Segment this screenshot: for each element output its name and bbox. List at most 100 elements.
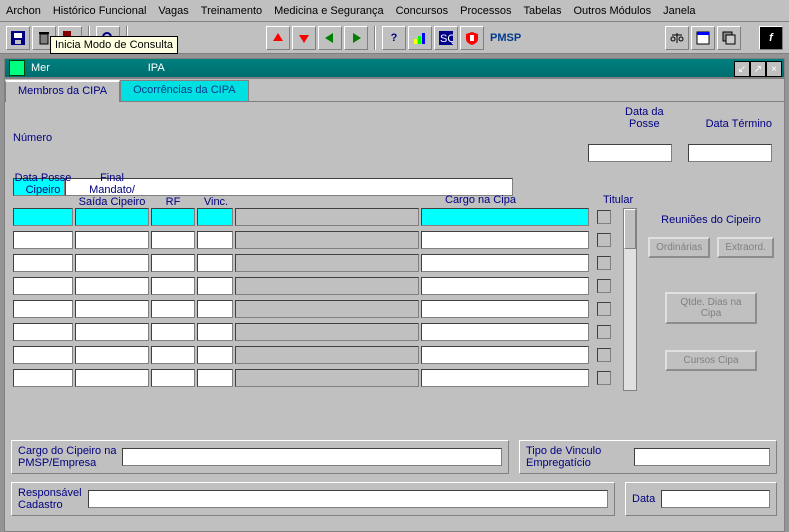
cell-rf[interactable] — [151, 369, 195, 387]
cell-cargo-cipa[interactable] — [421, 254, 589, 272]
label-numero: Número — [13, 132, 52, 144]
cell-nome[interactable] — [235, 300, 419, 318]
menu-concursos[interactable]: Concursos — [396, 5, 449, 17]
checkbox-titular[interactable] — [597, 233, 611, 247]
cell-cargo-cipa[interactable] — [421, 208, 589, 226]
cell-data-posse[interactable] — [13, 300, 73, 318]
checkbox-titular[interactable] — [597, 371, 611, 385]
cell-vinc[interactable] — [197, 323, 233, 341]
cell-cargo-cipa[interactable] — [421, 277, 589, 295]
function-icon[interactable]: f — [759, 26, 783, 50]
cell-vinc[interactable] — [197, 346, 233, 364]
menu-medicina[interactable]: Medicina e Segurança — [274, 5, 383, 17]
cell-vinc[interactable] — [197, 231, 233, 249]
cell-rf[interactable] — [151, 208, 195, 226]
frame-cargo-cipeiro: Cargo do Cipeiro naPMSP/Empresa — [11, 440, 509, 474]
cell-rf[interactable] — [151, 323, 195, 341]
cargo-cipeiro-field[interactable] — [122, 448, 502, 466]
cell-data-posse[interactable] — [13, 346, 73, 364]
cell-final-mandato[interactable] — [75, 346, 149, 364]
cell-nome[interactable] — [235, 323, 419, 341]
cell-nome[interactable] — [235, 346, 419, 364]
menu-treinamento[interactable]: Treinamento — [201, 5, 262, 17]
scrollbar[interactable] — [623, 208, 637, 391]
checkbox-titular[interactable] — [597, 302, 611, 316]
cell-final-mandato[interactable] — [75, 300, 149, 318]
cell-final-mandato[interactable] — [75, 208, 149, 226]
cell-rf[interactable] — [151, 300, 195, 318]
up-red-icon[interactable] — [266, 26, 290, 50]
cell-nome[interactable] — [235, 277, 419, 295]
checkbox-titular[interactable] — [597, 210, 611, 224]
close-button[interactable]: × — [766, 61, 782, 77]
menu-janela[interactable]: Janela — [663, 5, 695, 17]
cell-nome[interactable] — [235, 231, 419, 249]
btn-qtde-dias[interactable]: Qtde. Dias na Cipa — [665, 292, 757, 324]
left-green-icon[interactable] — [318, 26, 342, 50]
cell-nome[interactable] — [235, 208, 419, 226]
checkbox-titular[interactable] — [597, 279, 611, 293]
checkbox-titular[interactable] — [597, 348, 611, 362]
cell-cargo-cipa[interactable] — [421, 231, 589, 249]
cell-data-posse[interactable] — [13, 369, 73, 387]
down-red-icon[interactable] — [292, 26, 316, 50]
right-panel: Reuniões do Cipeiro Ordinárias Extraord.… — [644, 214, 778, 374]
tab-membros[interactable]: Membros da CIPA — [5, 80, 120, 102]
cell-final-mandato[interactable] — [75, 369, 149, 387]
menu-vagas[interactable]: Vagas — [158, 5, 188, 17]
btn-cursos[interactable]: Cursos Cipa — [665, 350, 757, 371]
cell-final-mandato[interactable] — [75, 323, 149, 341]
menu-historico[interactable]: Histórico Funcional — [53, 5, 147, 17]
tipo-vinculo-field[interactable] — [634, 448, 770, 466]
scroll-thumb[interactable] — [624, 209, 636, 249]
save-icon[interactable] — [6, 26, 30, 50]
cell-vinc[interactable] — [197, 254, 233, 272]
cell-nome[interactable] — [235, 369, 419, 387]
responsavel-field[interactable] — [88, 490, 608, 508]
cell-cargo-cipa[interactable] — [421, 323, 589, 341]
cell-data-posse[interactable] — [13, 208, 73, 226]
cell-final-mandato[interactable] — [75, 254, 149, 272]
btn-extraord[interactable]: Extraord. — [717, 237, 774, 258]
menu-tabelas[interactable]: Tabelas — [524, 5, 562, 17]
cell-cargo-cipa[interactable] — [421, 369, 589, 387]
tab-ocorrencias[interactable]: Ocorrências da CIPA — [120, 80, 249, 102]
shield-icon[interactable] — [460, 26, 484, 50]
help-icon[interactable]: ? — [382, 26, 406, 50]
cell-data-posse[interactable] — [13, 323, 73, 341]
cell-cargo-cipa[interactable] — [421, 300, 589, 318]
menu-processos[interactable]: Processos — [460, 5, 511, 17]
cell-vinc[interactable] — [197, 277, 233, 295]
chart-icon[interactable] — [408, 26, 432, 50]
checkbox-titular[interactable] — [597, 325, 611, 339]
grid-row — [13, 254, 611, 272]
data-field[interactable] — [661, 490, 770, 508]
cell-vinc[interactable] — [197, 369, 233, 387]
sql-icon[interactable]: SQL — [434, 26, 458, 50]
cell-rf[interactable] — [151, 277, 195, 295]
cell-vinc[interactable] — [197, 208, 233, 226]
checkbox-titular[interactable] — [597, 256, 611, 270]
btn-ordinarias[interactable]: Ordinárias — [648, 237, 710, 258]
menu-archon[interactable]: Archon — [6, 5, 41, 17]
cell-nome[interactable] — [235, 254, 419, 272]
window-icon[interactable] — [691, 26, 715, 50]
cell-data-posse[interactable] — [13, 254, 73, 272]
cell-rf[interactable] — [151, 254, 195, 272]
cell-rf[interactable] — [151, 346, 195, 364]
layers-icon[interactable] — [717, 26, 741, 50]
cell-data-posse[interactable] — [13, 277, 73, 295]
cell-final-mandato[interactable] — [75, 277, 149, 295]
cell-final-mandato[interactable] — [75, 231, 149, 249]
cell-vinc[interactable] — [197, 300, 233, 318]
maximize-button[interactable]: ↗ — [750, 61, 766, 77]
cell-rf[interactable] — [151, 231, 195, 249]
balance-icon[interactable] — [665, 26, 689, 50]
menu-outros[interactable]: Outros Módulos — [573, 5, 651, 17]
termino-field[interactable] — [688, 144, 772, 162]
cell-data-posse[interactable] — [13, 231, 73, 249]
posse-field[interactable] — [588, 144, 672, 162]
minimize-button[interactable]: ↙ — [734, 61, 750, 77]
cell-cargo-cipa[interactable] — [421, 346, 589, 364]
right-green-icon[interactable] — [344, 26, 368, 50]
